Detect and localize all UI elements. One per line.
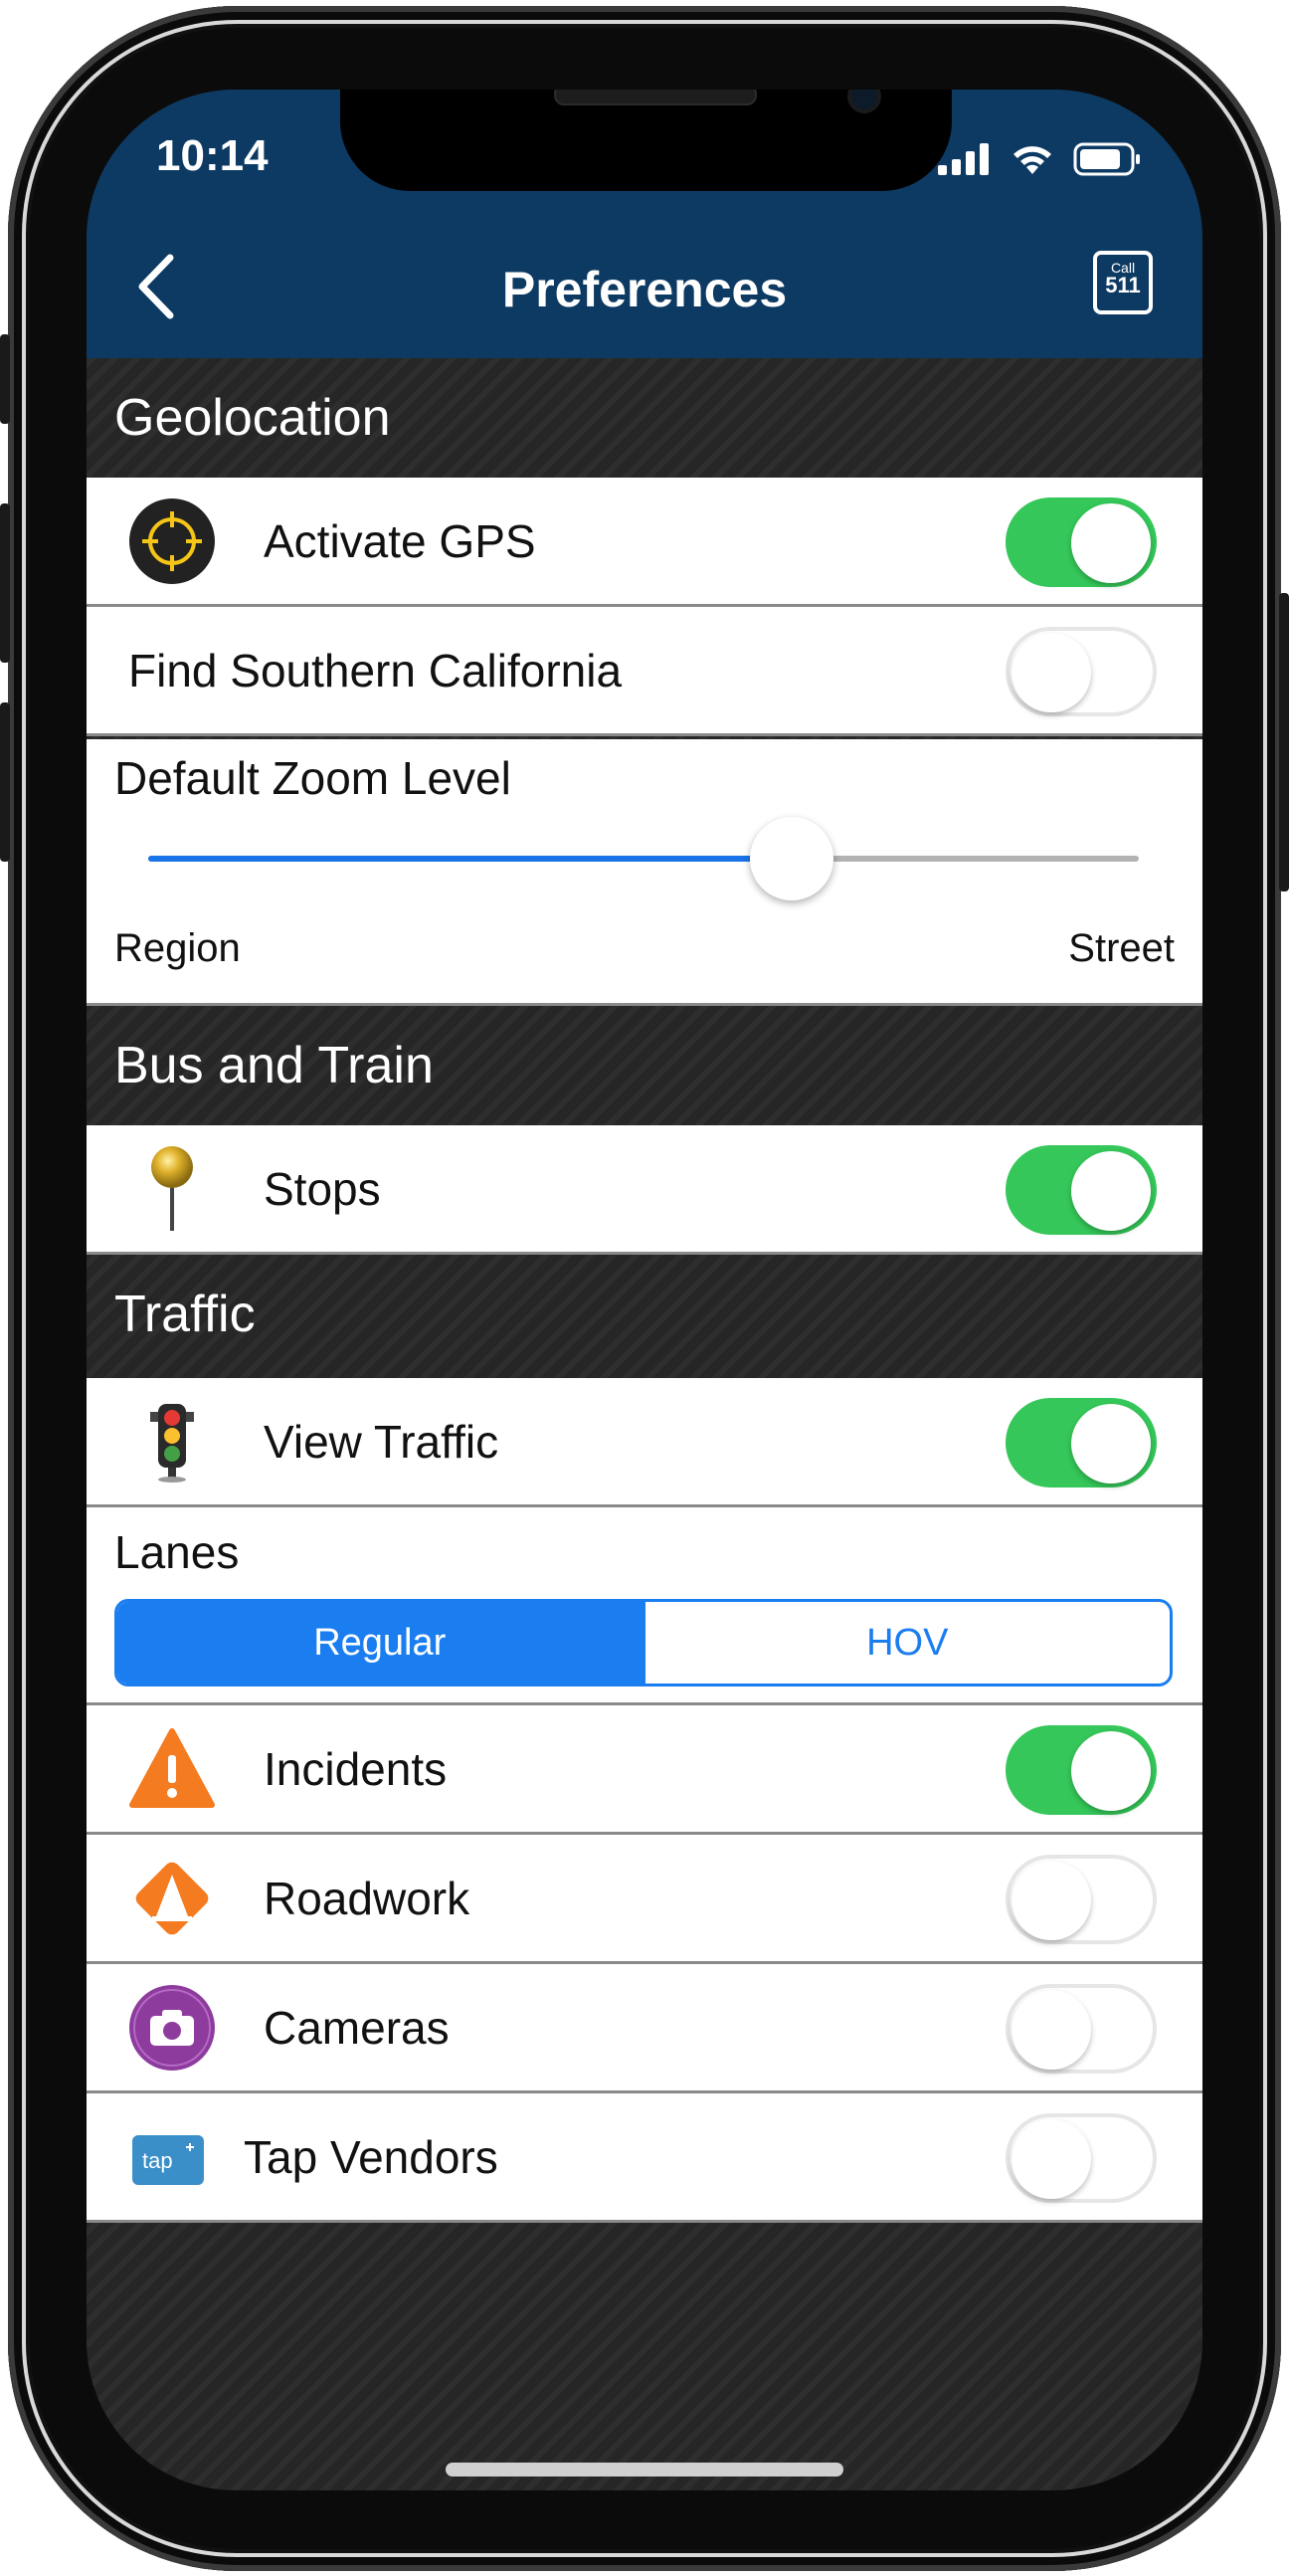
zoom-slider-fill (148, 856, 793, 862)
gps-crosshair-icon (129, 498, 215, 584)
traffic-cone-icon (135, 1862, 209, 1935)
mute-switch (0, 334, 10, 424)
toggle-knob (1012, 1990, 1091, 2070)
cameras-row: Cameras (87, 1964, 1202, 2093)
page-title: Preferences (501, 262, 788, 317)
tap-vendors-toggle[interactable] (1006, 2113, 1157, 2203)
traffic-light-icon (150, 1404, 194, 1483)
stops-row: Stops (87, 1125, 1202, 1255)
tap-vendors-row: tap Tap Vendors (87, 2093, 1202, 2223)
toggle-knob (1071, 503, 1151, 583)
wifi-icon (1013, 146, 1051, 174)
view-traffic-toggle[interactable] (1006, 1398, 1157, 1487)
warning-icon (129, 1728, 215, 1808)
volume-down-button (0, 702, 10, 862)
find-socal-label: Find Southern California (128, 644, 623, 696)
toggle-knob (1012, 633, 1091, 712)
lanes-title: Lanes (114, 1526, 240, 1578)
battery-icon (1073, 142, 1140, 176)
device-notch (340, 90, 952, 191)
zoom-min-label: Region (114, 926, 241, 970)
activate-gps-row: Activate GPS (87, 478, 1202, 607)
roadwork-label: Roadwork (264, 1872, 470, 1924)
lanes-segmented-control: Regular HOV (114, 1599, 1173, 1686)
roadwork-row: Roadwork (87, 1835, 1202, 1964)
view-traffic-row: View Traffic (87, 1378, 1202, 1507)
camera-icon (129, 1985, 215, 2071)
toggle-knob (1012, 2119, 1091, 2199)
activate-gps-toggle[interactable] (1006, 497, 1157, 587)
app-screen: 10:14 Preferences Call 511 Geolocation A… (87, 90, 1202, 2490)
zoom-level-panel: Default Zoom Level Region Street (87, 739, 1202, 1006)
home-indicator[interactable] (446, 2463, 843, 2477)
call-number: 511 (1105, 273, 1141, 297)
roadwork-toggle[interactable] (1006, 1855, 1157, 1944)
find-socal-row: Find Southern California (87, 607, 1202, 736)
section-title: Traffic (114, 1286, 256, 1343)
zoom-slider-thumb[interactable] (750, 817, 834, 900)
cameras-toggle[interactable] (1006, 1984, 1157, 2074)
toggle-knob (1012, 1861, 1091, 1940)
zoom-slider[interactable] (148, 817, 1139, 900)
find-socal-toggle[interactable] (1006, 627, 1157, 716)
cameras-label: Cameras (264, 2001, 450, 2054)
power-button (1279, 593, 1289, 892)
status-time: 10:14 (156, 131, 269, 180)
toggle-knob (1071, 1404, 1151, 1484)
map-pin-icon (151, 1146, 193, 1231)
front-camera (847, 90, 881, 113)
tap-vendors-label: Tap Vendors (244, 2130, 498, 2183)
call-511-button[interactable]: Call 511 (1093, 251, 1153, 314)
status-icons (936, 139, 1143, 179)
zoom-level-title: Default Zoom Level (114, 752, 511, 804)
view-traffic-label: View Traffic (264, 1415, 499, 1468)
incidents-label: Incidents (264, 1742, 448, 1795)
stops-toggle[interactable] (1006, 1145, 1157, 1235)
toggle-knob (1071, 1731, 1151, 1811)
section-bus-train: Bus and Train (87, 1006, 1202, 1125)
zoom-max-label: Street (1068, 926, 1175, 970)
lanes-panel: Lanes Regular HOV (87, 1507, 1202, 1705)
stops-label: Stops (264, 1162, 381, 1215)
section-traffic: Traffic (87, 1255, 1202, 1374)
incidents-row: Incidents (87, 1705, 1202, 1835)
lanes-option-hov[interactable]: HOV (642, 1602, 1171, 1684)
tap-card-icon: tap (132, 2135, 204, 2185)
volume-up-button (0, 503, 10, 663)
tap-logo-text: tap (142, 2148, 173, 2173)
section-title: Bus and Train (114, 1037, 434, 1094)
speaker-grille (554, 90, 757, 105)
toggle-knob (1071, 1151, 1151, 1231)
activate-gps-label: Activate GPS (264, 514, 536, 567)
section-geolocation: Geolocation (87, 358, 1202, 478)
section-title: Geolocation (114, 389, 391, 447)
incidents-toggle[interactable] (1006, 1725, 1157, 1815)
lanes-option-regular[interactable]: Regular (117, 1602, 643, 1684)
